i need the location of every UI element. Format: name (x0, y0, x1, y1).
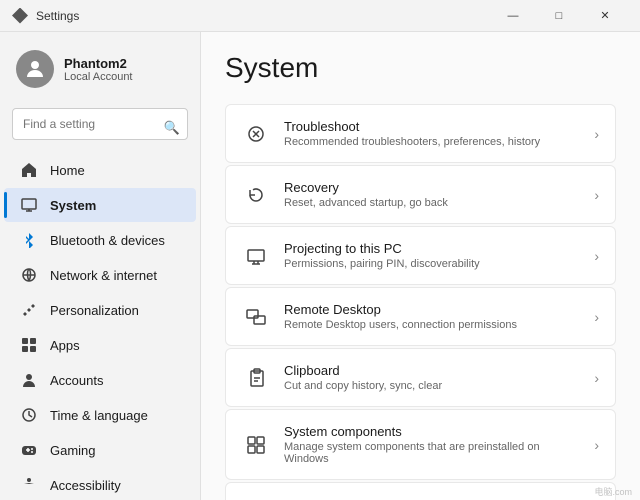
settings-item-title-troubleshoot: Troubleshoot (284, 119, 580, 134)
sidebar-item-label-bluetooth: Bluetooth & devices (50, 233, 165, 248)
search-input[interactable] (12, 108, 188, 140)
settings-item-desc-clipboard: Cut and copy history, sync, clear (284, 380, 580, 392)
settings-item-text-recovery: Recovery Reset, advanced startup, go bac… (284, 180, 580, 209)
accessibility-icon (20, 476, 38, 494)
chevron-icon-remote-desktop: › (594, 309, 599, 325)
troubleshoot-icon (242, 120, 270, 148)
settings-item-desc-troubleshoot: Recommended troubleshooters, preferences… (284, 136, 580, 148)
settings-item-title-recovery: Recovery (284, 180, 580, 195)
window-controls: — □ ✕ (490, 0, 628, 32)
avatar (16, 50, 54, 88)
sidebar-item-bluetooth[interactable]: Bluetooth & devices (4, 223, 196, 257)
time-icon (20, 406, 38, 424)
settings-item-desc-system-components: Manage system components that are preins… (284, 441, 580, 465)
settings-item-title-remote-desktop: Remote Desktop (284, 302, 580, 317)
search-icon: 🔍 (164, 120, 180, 136)
sidebar: Phantom2 Local Account 🔍 Home System Blu… (0, 32, 200, 500)
settings-item-recovery[interactable]: Recovery Reset, advanced startup, go bac… (225, 165, 616, 224)
personalization-icon (20, 301, 38, 319)
sidebar-item-gaming[interactable]: Gaming (4, 433, 196, 467)
sidebar-item-label-time: Time & language (50, 408, 148, 423)
settings-item-desc-remote-desktop: Remote Desktop users, connection permiss… (284, 319, 580, 331)
settings-item-desc-recovery: Reset, advanced startup, go back (284, 197, 580, 209)
settings-item-text-troubleshoot: Troubleshoot Recommended troubleshooters… (284, 119, 580, 148)
title-bar-text: Settings (36, 9, 79, 23)
sidebar-item-system[interactable]: System (4, 188, 196, 222)
chevron-icon-clipboard: › (594, 370, 599, 386)
sidebar-item-network[interactable]: Network & internet (4, 258, 196, 292)
settings-list: Troubleshoot Recommended troubleshooters… (225, 104, 616, 500)
projecting-icon (242, 242, 270, 270)
settings-item-clipboard[interactable]: Clipboard Cut and copy history, sync, cl… (225, 348, 616, 407)
settings-item-title-system-components: System components (284, 424, 580, 439)
system-icon (20, 196, 38, 214)
user-name: Phantom2 (64, 56, 133, 71)
sidebar-item-label-personalization: Personalization (50, 303, 139, 318)
sidebar-item-label-accessibility: Accessibility (50, 478, 121, 493)
chevron-icon-projecting: › (594, 248, 599, 264)
watermark: 电脑.com (594, 485, 632, 498)
settings-item-text-remote-desktop: Remote Desktop Remote Desktop users, con… (284, 302, 580, 331)
sidebar-item-label-gaming: Gaming (50, 443, 96, 458)
apps-icon (20, 336, 38, 354)
home-icon (20, 161, 38, 179)
app-container: Phantom2 Local Account 🔍 Home System Blu… (0, 32, 640, 500)
settings-item-text-projecting: Projecting to this PC Permissions, pairi… (284, 241, 580, 270)
settings-item-title-projecting: Projecting to this PC (284, 241, 580, 256)
maximize-button[interactable]: □ (536, 0, 582, 32)
close-button[interactable]: ✕ (582, 0, 628, 32)
remote-desktop-icon (242, 303, 270, 331)
minimize-button[interactable]: — (490, 0, 536, 32)
accounts-icon (20, 371, 38, 389)
chevron-icon-troubleshoot: › (594, 126, 599, 142)
user-profile[interactable]: Phantom2 Local Account (0, 40, 200, 104)
sidebar-item-personalization[interactable]: Personalization (4, 293, 196, 327)
sidebar-item-home[interactable]: Home (4, 153, 196, 187)
recovery-icon (242, 181, 270, 209)
sidebar-item-apps[interactable]: Apps (4, 328, 196, 362)
chevron-icon-recovery: › (594, 187, 599, 203)
settings-item-text-clipboard: Clipboard Cut and copy history, sync, cl… (284, 363, 580, 392)
sidebar-item-label-system: System (50, 198, 96, 213)
settings-item-projecting[interactable]: Projecting to this PC Permissions, pairi… (225, 226, 616, 285)
network-icon (20, 266, 38, 284)
user-info: Phantom2 Local Account (64, 56, 133, 83)
settings-item-text-system-components: System components Manage system componen… (284, 424, 580, 465)
chevron-icon-system-components: › (594, 437, 599, 453)
settings-item-ai-components[interactable]: AI components View AI components that ar… (225, 482, 616, 500)
settings-item-title-clipboard: Clipboard (284, 363, 580, 378)
clipboard-icon (242, 364, 270, 392)
sidebar-item-time[interactable]: Time & language (4, 398, 196, 432)
sidebar-item-accessibility[interactable]: Accessibility (4, 468, 196, 500)
sidebar-item-accounts[interactable]: Accounts (4, 363, 196, 397)
title-bar: Settings — □ ✕ (0, 0, 640, 32)
sidebar-item-label-home: Home (50, 163, 85, 178)
settings-item-troubleshoot[interactable]: Troubleshoot Recommended troubleshooters… (225, 104, 616, 163)
gaming-icon (20, 441, 38, 459)
bluetooth-icon (20, 231, 38, 249)
sidebar-item-label-accounts: Accounts (50, 373, 103, 388)
user-type: Local Account (64, 71, 133, 83)
settings-item-desc-projecting: Permissions, pairing PIN, discoverabilit… (284, 258, 580, 270)
search-container: 🔍 (0, 104, 200, 152)
system-components-icon (242, 431, 270, 459)
main-content: System Troubleshoot Recommended troubles… (200, 32, 640, 500)
page-title: System (225, 52, 616, 84)
sidebar-item-label-network: Network & internet (50, 268, 157, 283)
settings-item-system-components[interactable]: System components Manage system componen… (225, 409, 616, 480)
settings-app-icon (12, 8, 28, 24)
settings-item-remote-desktop[interactable]: Remote Desktop Remote Desktop users, con… (225, 287, 616, 346)
nav-list: Home System Bluetooth & devices Network … (0, 152, 200, 500)
sidebar-item-label-apps: Apps (50, 338, 80, 353)
